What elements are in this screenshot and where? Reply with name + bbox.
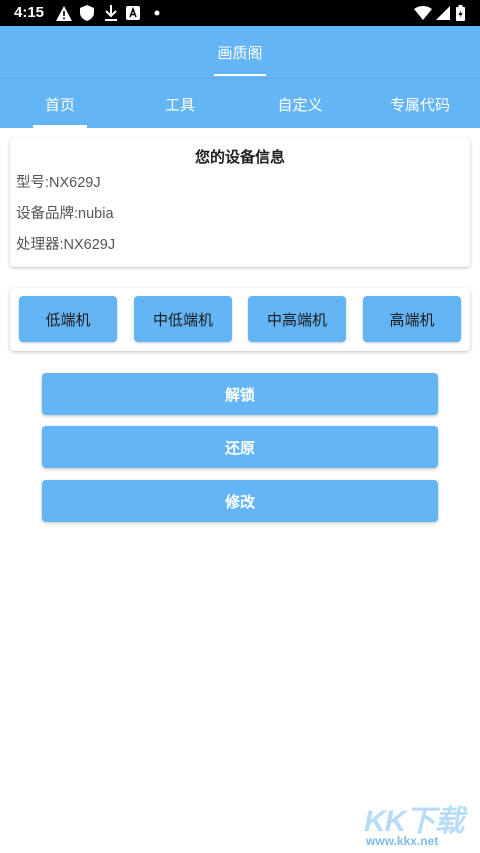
modify-button[interactable]: 修改 xyxy=(42,480,438,522)
app-header: 画质阁 xyxy=(0,26,480,78)
tab-custom[interactable]: 自定义 xyxy=(250,94,350,115)
restore-button[interactable]: 还原 xyxy=(42,426,438,468)
title-underline xyxy=(214,74,266,76)
status-time: 4:15 xyxy=(14,4,45,21)
watermark: KK下载 www.kkx.net xyxy=(360,796,480,852)
tab-home[interactable]: 首页 xyxy=(10,94,110,115)
app-title: 画质阁 xyxy=(217,44,263,62)
device-model: 型号:NX629J xyxy=(16,175,101,191)
device-processor: 处理器:NX629J xyxy=(16,237,116,253)
low-end-button[interactable]: 低端机 xyxy=(19,296,117,342)
battery-icon xyxy=(456,5,465,21)
wifi-icon xyxy=(414,5,432,21)
tab-tools[interactable]: 工具 xyxy=(130,94,230,115)
dot-icon xyxy=(154,5,160,21)
mid-low-end-button[interactable]: 中低端机 xyxy=(134,296,232,342)
download-icon xyxy=(104,5,118,21)
device-info-card: 您的设备信息 型号:NX629J 设备品牌:nubia 处理器:NX629J xyxy=(10,138,470,267)
unlock-button[interactable]: 解锁 xyxy=(42,373,438,415)
mid-high-end-button[interactable]: 中高端机 xyxy=(248,296,346,342)
font-a-icon xyxy=(126,5,140,21)
shield-icon xyxy=(80,5,94,21)
watermark-url: www.kkx.net xyxy=(366,834,439,848)
device-brand: 设备品牌:nubia xyxy=(16,206,114,222)
warning-icon xyxy=(56,5,72,21)
device-tier-card: 低端机 中低端机 中高端机 高端机 xyxy=(10,288,470,351)
device-info-heading: 您的设备信息 xyxy=(194,148,285,166)
status-bar: 4:15 xyxy=(0,0,480,26)
selected-tab-indicator xyxy=(33,125,87,128)
tab-exclusive-code[interactable]: 专属代码 xyxy=(370,94,470,115)
tab-bar: 首页 工具 自定义 专属代码 xyxy=(0,78,480,128)
signal-icon xyxy=(436,5,450,21)
high-end-button[interactable]: 高端机 xyxy=(363,296,461,342)
